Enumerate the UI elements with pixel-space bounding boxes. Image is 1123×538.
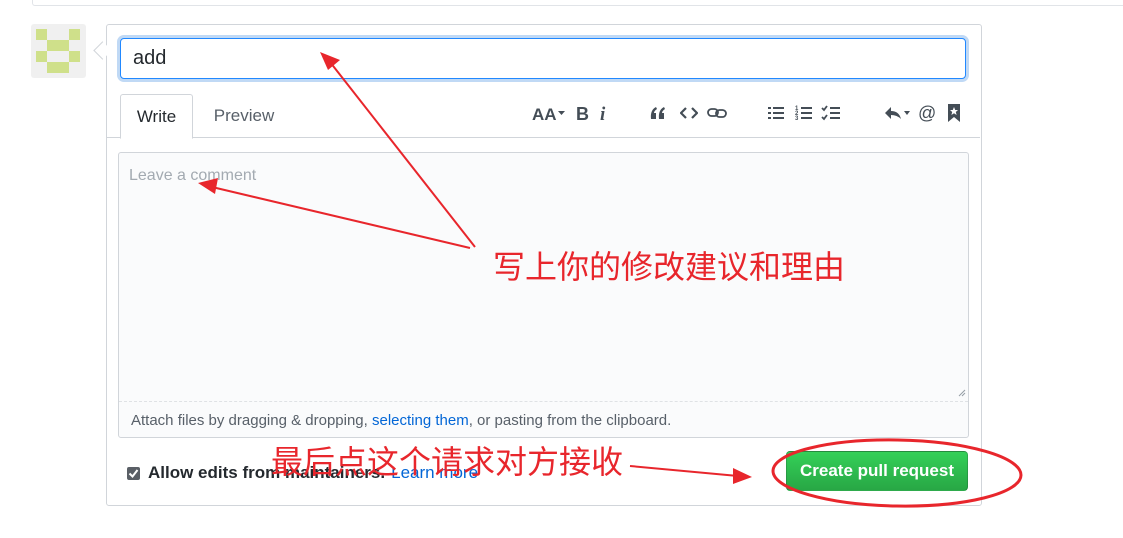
- previous-timeline-edge: [32, 0, 1123, 6]
- tab-preview[interactable]: Preview: [200, 94, 288, 138]
- link-icon[interactable]: [706, 100, 728, 126]
- annotation-note-2: 最后点这个请求对方接收: [271, 443, 624, 481]
- attach-prefix: Attach files by dragging & dropping,: [131, 412, 372, 429]
- svg-text:i: i: [600, 104, 606, 122]
- checkmark-icon: [128, 468, 139, 478]
- title-input[interactable]: [120, 38, 966, 79]
- svg-text:AA: AA: [532, 105, 557, 123]
- task-list-icon[interactable]: [820, 100, 842, 126]
- selecting-them-link[interactable]: selecting them: [372, 412, 469, 429]
- avatar[interactable]: [31, 24, 86, 78]
- code-icon[interactable]: [679, 100, 699, 126]
- italic-icon[interactable]: i: [598, 100, 610, 126]
- svg-text:B: B: [576, 104, 589, 122]
- attach-suffix: , or pasting from the clipboard.: [468, 412, 672, 429]
- quote-icon[interactable]: [648, 100, 668, 126]
- unordered-list-icon[interactable]: [766, 100, 786, 126]
- svg-text:@: @: [918, 104, 936, 122]
- tab-write[interactable]: Write: [120, 94, 193, 139]
- mention-icon[interactable]: @: [917, 100, 937, 126]
- create-pull-request-button[interactable]: Create pull request: [786, 451, 968, 491]
- annotation-note-1: 写上你的修改建议和理由: [493, 248, 846, 286]
- reply-icon[interactable]: [882, 100, 912, 126]
- svg-text:3: 3: [795, 116, 799, 121]
- resize-handle[interactable]: [958, 389, 966, 397]
- attach-files-hint[interactable]: Attach files by dragging & dropping, sel…: [119, 401, 968, 437]
- allow-edits-checkbox[interactable]: [127, 466, 140, 480]
- bold-icon[interactable]: B: [574, 100, 590, 126]
- bookmark-icon[interactable]: [946, 100, 962, 126]
- header-text-icon[interactable]: AA: [531, 100, 567, 126]
- comment-box: Attach files by dragging & dropping, sel…: [118, 152, 969, 438]
- ordered-list-icon[interactable]: 123: [794, 100, 814, 126]
